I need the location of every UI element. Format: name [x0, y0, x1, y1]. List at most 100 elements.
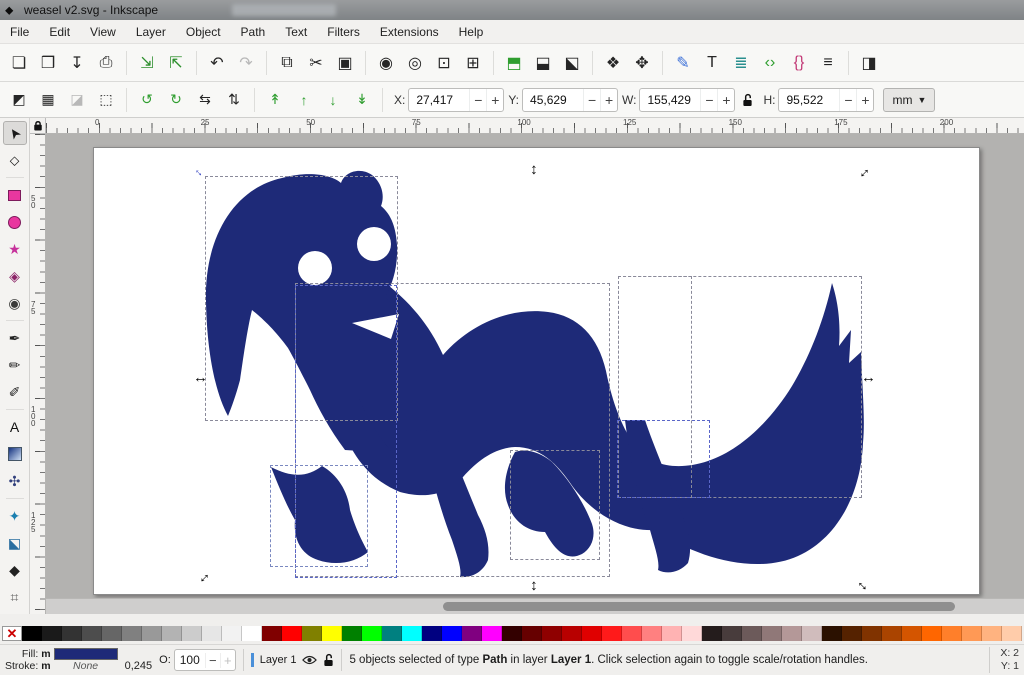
menu-view[interactable]: View: [80, 22, 126, 42]
duplicate-button[interactable]: ⬒: [501, 50, 527, 76]
palette-swatch[interactable]: [242, 626, 262, 641]
scale-handle-right[interactable]: ↔: [861, 371, 876, 385]
palette-swatch[interactable]: [742, 626, 762, 641]
palette-swatch[interactable]: [42, 626, 62, 641]
fill-stroke-dialog-button[interactable]: ✎: [670, 50, 696, 76]
group-button[interactable]: ❖: [600, 50, 626, 76]
palette-swatch[interactable]: [522, 626, 542, 641]
palette-swatch[interactable]: [142, 626, 162, 641]
menu-text[interactable]: Text: [275, 22, 317, 42]
palette-swatch[interactable]: [602, 626, 622, 641]
palette-swatch[interactable]: [682, 626, 702, 641]
palette-swatch[interactable]: [662, 626, 682, 641]
rotate-ccw-button[interactable]: ↺: [134, 87, 160, 113]
palette-swatch[interactable]: [222, 626, 242, 641]
palette-swatch[interactable]: [502, 626, 522, 641]
horizontal-ruler[interactable]: 0255075100125150175200: [46, 118, 1024, 134]
eraser-tool[interactable]: ◆: [3, 558, 27, 582]
palette-swatch[interactable]: [182, 626, 202, 641]
palette-swatch[interactable]: [562, 626, 582, 641]
palette-swatch[interactable]: [1002, 626, 1022, 641]
pencil-tool[interactable]: ✏: [3, 353, 27, 377]
text-dialog-button[interactable]: T: [699, 50, 725, 76]
menu-extensions[interactable]: Extensions: [370, 22, 449, 42]
bucket-tool[interactable]: ⬕: [3, 531, 27, 555]
document-properties-button[interactable]: ◨: [856, 50, 882, 76]
palette-swatch[interactable]: [122, 626, 142, 641]
layer-lock-open-icon[interactable]: [323, 653, 334, 667]
fill-color-swatch[interactable]: [54, 648, 118, 660]
no-color-swatch[interactable]: ✕: [2, 626, 22, 641]
palette-swatch[interactable]: [962, 626, 982, 641]
palette-swatch[interactable]: [402, 626, 422, 641]
flip-vertical-button[interactable]: ⇅: [221, 87, 247, 113]
palette-swatch[interactable]: [622, 626, 642, 641]
calligraphy-tool[interactable]: ✐: [3, 380, 27, 404]
palette-swatch[interactable]: [162, 626, 182, 641]
palette-swatch[interactable]: [82, 626, 102, 641]
select-all-layers-button[interactable]: ▦: [35, 87, 61, 113]
horizontal-scrollbar-thumb[interactable]: [443, 602, 955, 611]
palette-swatch[interactable]: [842, 626, 862, 641]
horizontal-scrollbar[interactable]: [46, 598, 1024, 614]
node-tool[interactable]: ⬦: [3, 148, 27, 172]
palette-swatch[interactable]: [782, 626, 802, 641]
palette-swatch[interactable]: [322, 626, 342, 641]
palette-swatch[interactable]: [62, 626, 82, 641]
text-tool[interactable]: A: [3, 415, 27, 439]
y-input[interactable]: 45,629: [523, 93, 583, 107]
canvas-viewport[interactable]: ↔↔↔↔↔↔↔↔: [46, 134, 1024, 598]
opacity-increment-button[interactable]: +: [220, 653, 235, 668]
palette-swatch[interactable]: [22, 626, 42, 641]
y-decrement-button[interactable]: −: [583, 89, 600, 111]
h-increment-button[interactable]: +: [856, 89, 873, 111]
w-input[interactable]: 155,429: [640, 93, 700, 107]
palette-swatch[interactable]: [342, 626, 362, 641]
h-decrement-button[interactable]: −: [839, 89, 856, 111]
connector-tool[interactable]: ⌗: [3, 585, 27, 609]
palette-swatch[interactable]: [442, 626, 462, 641]
palette-swatch[interactable]: [822, 626, 842, 641]
palette-swatch[interactable]: [942, 626, 962, 641]
box3d-tool[interactable]: ◈: [3, 264, 27, 288]
gradient-tool[interactable]: [3, 442, 27, 466]
unit-dropdown[interactable]: mm ▼: [883, 88, 935, 112]
rectangle-tool[interactable]: [3, 183, 27, 207]
palette-swatch[interactable]: [542, 626, 562, 641]
w-increment-button[interactable]: +: [717, 89, 734, 111]
undo-button[interactable]: ↶: [204, 50, 230, 76]
palette-swatch[interactable]: [722, 626, 742, 641]
palette-swatch[interactable]: [262, 626, 282, 641]
scale-handle-left[interactable]: ↔: [193, 371, 208, 385]
layers-dialog-button[interactable]: ≣: [728, 50, 754, 76]
star-tool[interactable]: ★: [3, 237, 27, 261]
unlink-clone-button[interactable]: ⬕: [559, 50, 585, 76]
palette-swatch[interactable]: [282, 626, 302, 641]
pen-tool[interactable]: ✒: [3, 326, 27, 350]
palette-swatch[interactable]: [922, 626, 942, 641]
palette-swatch[interactable]: [422, 626, 442, 641]
opacity-value[interactable]: 100: [175, 653, 205, 667]
spiral-tool[interactable]: ◉: [3, 291, 27, 315]
cut-button[interactable]: ✂: [303, 50, 329, 76]
palette-swatch[interactable]: [862, 626, 882, 641]
copy-button[interactable]: ⧉: [274, 50, 300, 76]
palette-swatch[interactable]: [802, 626, 822, 641]
fill-stroke-indicator[interactable]: Fill: m Stroke: m None: [5, 648, 118, 672]
create-clone-button[interactable]: ⬓: [530, 50, 556, 76]
lower-button[interactable]: ↓: [320, 87, 346, 113]
print-document-button[interactable]: ⎙: [93, 50, 119, 76]
menu-layer[interactable]: Layer: [126, 22, 176, 42]
menu-file[interactable]: File: [0, 22, 39, 42]
selector-tool[interactable]: ➤: [3, 121, 27, 145]
layer-name[interactable]: Layer 1: [260, 654, 297, 666]
flip-horizontal-button[interactable]: ⇆: [192, 87, 218, 113]
find-replace-button[interactable]: {}: [786, 50, 812, 76]
h-input[interactable]: 95,522: [779, 93, 839, 107]
palette-swatch[interactable]: [762, 626, 782, 641]
layer-visibility-eye-icon[interactable]: [302, 655, 317, 665]
import-bitmap-button[interactable]: ⇲: [134, 50, 160, 76]
palette-swatch[interactable]: [202, 626, 222, 641]
x-decrement-button[interactable]: −: [469, 89, 486, 111]
lock-ratio-icon[interactable]: [738, 91, 756, 109]
